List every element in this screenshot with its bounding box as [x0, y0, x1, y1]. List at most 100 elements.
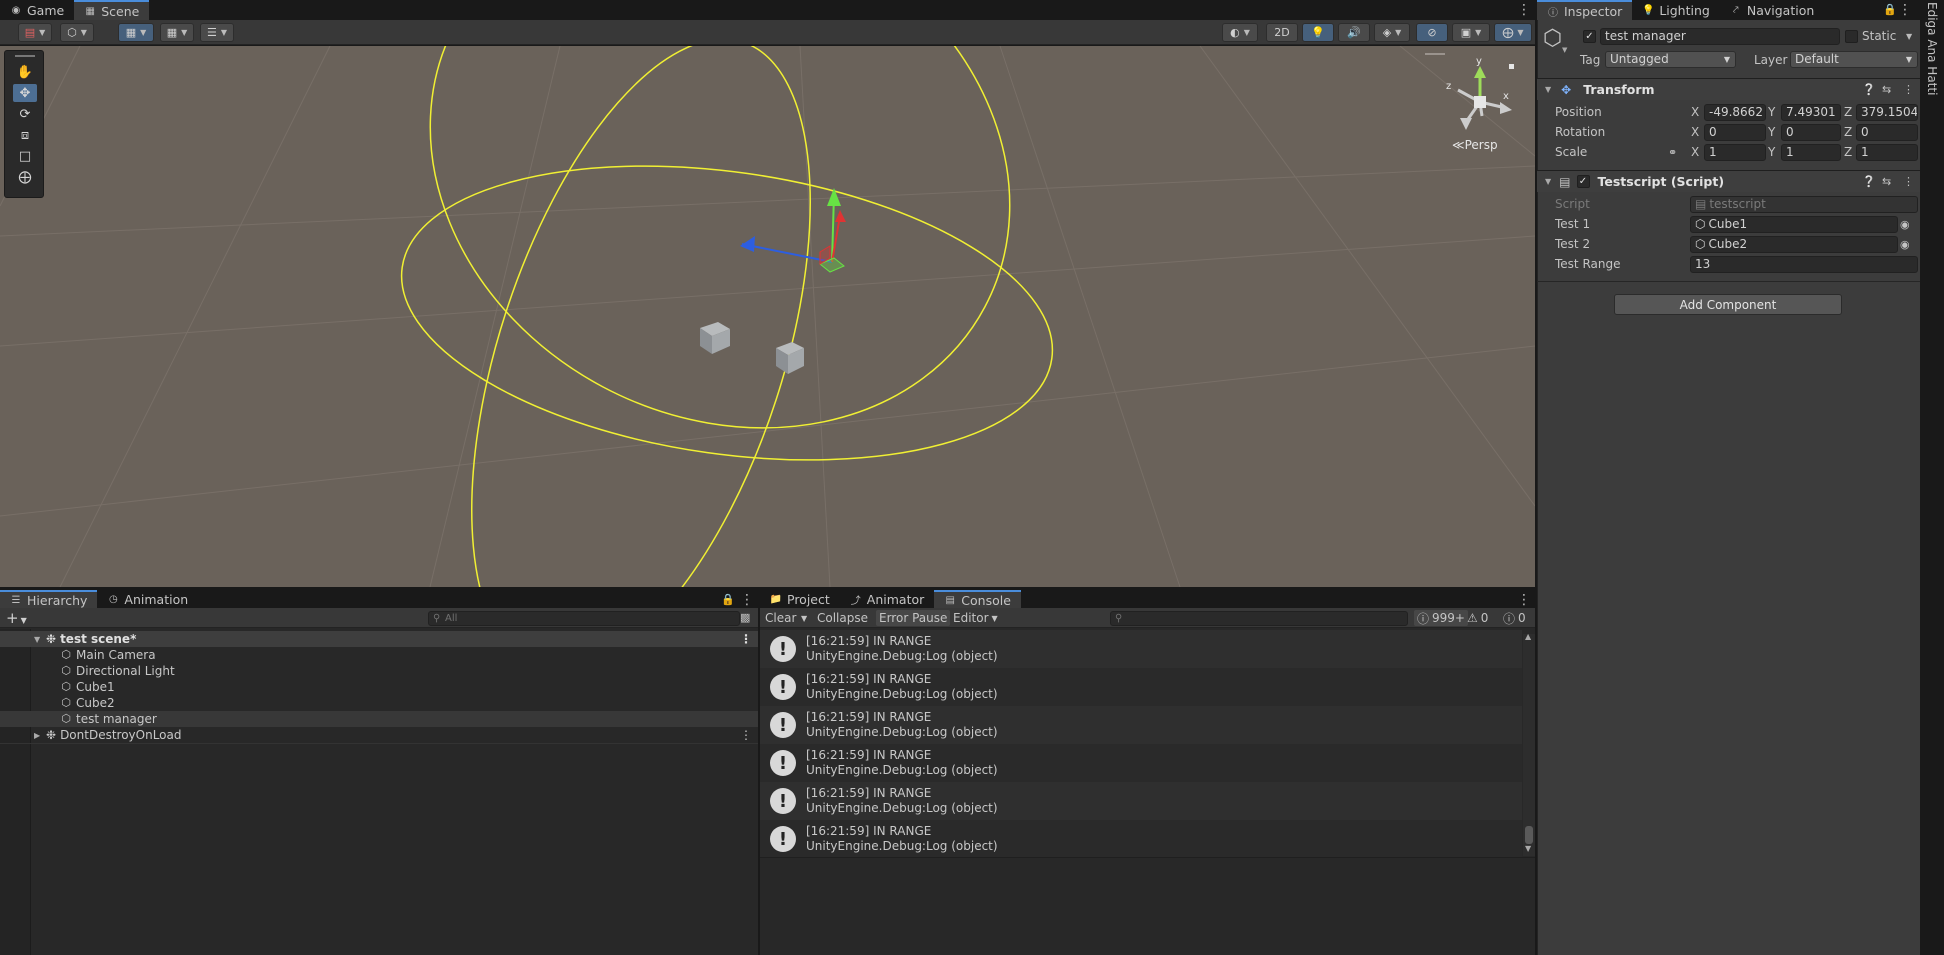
help-icon[interactable]: ❔: [1862, 175, 1876, 188]
rotation-x-input[interactable]: 0: [1704, 124, 1766, 141]
grid-snap-button[interactable]: ▦ ▼: [118, 23, 154, 42]
tab-animator[interactable]: ⤴ Animator: [840, 590, 934, 608]
hierarchy-scene-row[interactable]: ▼ ❉ test scene* ⋮: [0, 631, 758, 647]
hand-tool-icon[interactable]: ✋: [13, 63, 37, 81]
scroll-down-icon[interactable]: ▼: [1525, 844, 1531, 853]
add-object-button[interactable]: + ▼: [6, 609, 27, 627]
rotation-y-input[interactable]: 0: [1781, 124, 1841, 141]
scene-viewport[interactable]: y z x ✋ ✥ ⟳ ⧈ □ ⨁ ≪Persp: [0, 46, 1535, 587]
object-name-input[interactable]: test manager: [1600, 28, 1840, 45]
object-picker-icon[interactable]: ◉: [1900, 218, 1910, 231]
camera-settings-button[interactable]: ▣ ▼: [1452, 23, 1490, 42]
hierarchy-item-cube2[interactable]: ⬡ Cube2: [0, 695, 758, 711]
log-entry[interactable]: ! [16:21:59] IN RANGE UnityEngine.Debug:L…: [760, 706, 1522, 744]
add-component-button[interactable]: Add Component: [1614, 294, 1842, 315]
test-range-input[interactable]: 13: [1690, 256, 1918, 273]
scene-menu-icon[interactable]: ⋮: [1517, 3, 1531, 17]
script-enabled-checkbox[interactable]: ✓: [1576, 175, 1590, 188]
preset-icon[interactable]: ⇆: [1882, 175, 1891, 188]
expand-arrow-icon[interactable]: ▼: [34, 635, 46, 644]
row-menu-icon[interactable]: ⋮: [740, 728, 752, 742]
editor-dropdown[interactable]: Editor ▼: [950, 610, 1001, 626]
audio-toggle-button[interactable]: 🔊: [1338, 23, 1370, 42]
clear-button[interactable]: Clear: [762, 610, 799, 626]
foldout-arrow-icon[interactable]: ▼: [1545, 177, 1551, 186]
hierarchy-item-test-manager[interactable]: ⬡ test manager: [0, 711, 758, 727]
tab-scene[interactable]: ▦ Scene: [74, 0, 150, 20]
toolbox-grip[interactable]: [15, 55, 35, 57]
active-checkbox[interactable]: ✓: [1583, 30, 1596, 43]
position-x-input[interactable]: -49.8662: [1704, 104, 1766, 121]
tab-hierarchy[interactable]: ☰ Hierarchy: [0, 590, 98, 608]
scale-z-input[interactable]: 1: [1856, 144, 1918, 161]
scroll-up-icon[interactable]: ▲: [1525, 632, 1531, 641]
hierarchy-item-directional-light[interactable]: ⬡ Directional Light: [0, 663, 758, 679]
component-menu-icon[interactable]: ⋮: [1903, 83, 1914, 96]
hierarchy-search-input[interactable]: ⚲ All: [428, 611, 740, 626]
test2-object-field[interactable]: ⬡ Cube2: [1690, 236, 1898, 253]
component-menu-icon[interactable]: ⋮: [1903, 175, 1914, 188]
log-entry[interactable]: ! [16:21:59] IN RANGE UnityEngine.Debug:L…: [760, 668, 1522, 706]
log-entry[interactable]: ! [16:21:59] IN RANGE UnityEngine.Debug:L…: [760, 744, 1522, 782]
lighting-toggle-button[interactable]: 💡: [1302, 23, 1334, 42]
rotation-z-input[interactable]: 0: [1856, 124, 1918, 141]
tab-lighting[interactable]: 💡 Lighting: [1632, 0, 1720, 20]
move-tool-icon[interactable]: ✥: [13, 84, 37, 102]
position-y-input[interactable]: 7.49301: [1781, 104, 1841, 121]
static-chevron-icon[interactable]: ▼: [1906, 32, 1912, 41]
scale-tool-icon[interactable]: ⧈: [13, 126, 37, 144]
scale-y-input[interactable]: 1: [1781, 144, 1841, 161]
gizmos-button[interactable]: ⨁ ▼: [1494, 23, 1532, 42]
tab-console[interactable]: ▤ Console: [934, 590, 1021, 608]
inspector-menu-icon[interactable]: ⋮: [1898, 3, 1912, 17]
static-checkbox[interactable]: [1845, 30, 1858, 43]
error-pause-button[interactable]: Error Pause: [876, 610, 951, 626]
tab-inspector[interactable]: ⓘ Inspector: [1537, 0, 1633, 20]
preset-icon[interactable]: ⇆: [1882, 83, 1891, 96]
transform-tool-icon[interactable]: ⨁: [13, 168, 37, 186]
tab-navigation[interactable]: ⤤ Navigation: [1720, 0, 1824, 20]
log-count-toggle[interactable]: ⓘ 999+: [1414, 610, 1468, 626]
warning-count-toggle[interactable]: ⚠ 0: [1464, 610, 1491, 626]
hierarchy-item-main-camera[interactable]: ⬡ Main Camera: [0, 647, 758, 663]
scroll-thumb[interactable]: [1525, 826, 1533, 844]
row-menu-icon[interactable]: ⋮: [740, 632, 752, 646]
foldout-arrow-icon[interactable]: ▼: [1545, 85, 1551, 94]
hierarchy-item-cube1[interactable]: ⬡ Cube1: [0, 679, 758, 695]
clear-options-dropdown[interactable]: ▼: [798, 610, 810, 626]
shading-mode-button[interactable]: ◐ ▼: [1222, 23, 1258, 42]
projection-toggle[interactable]: ≪Persp: [1452, 138, 1498, 152]
draw-mode-button[interactable]: ▤ ▼: [18, 23, 52, 42]
hierarchy-menu-icon[interactable]: ⋮: [740, 593, 754, 607]
tag-dropdown[interactable]: Untagged ▼: [1605, 51, 1736, 68]
tab-game[interactable]: ◉ Game: [0, 0, 74, 20]
help-icon[interactable]: ❔: [1862, 83, 1876, 96]
log-entry[interactable]: ! [16:21:59] IN RANGE UnityEngine.Debug:L…: [760, 630, 1522, 668]
console-splitter[interactable]: [760, 857, 1535, 858]
hierarchy-dontdestroy-row[interactable]: ▶ ❉ DontDestroyOnLoad ⋮: [0, 727, 758, 743]
log-entry[interactable]: ! [16:21:59] IN RANGE UnityEngine.Debug:L…: [760, 820, 1522, 858]
hidden-objects-button[interactable]: ⊘: [1416, 23, 1448, 42]
icon-picker-chevron-icon[interactable]: ▼: [1562, 46, 1567, 54]
effects-button[interactable]: ◈ ▼: [1374, 23, 1410, 42]
rect-tool-icon[interactable]: □: [13, 147, 37, 165]
cube-view-button[interactable]: ⬡ ▼: [60, 23, 94, 42]
object-picker-icon[interactable]: ◉: [1900, 238, 1910, 251]
tab-project[interactable]: 📁 Project: [760, 590, 840, 608]
hierarchy-lock-icon[interactable]: 🔒: [721, 593, 735, 607]
constrain-proportions-icon[interactable]: ⚭: [1668, 146, 1677, 159]
test1-object-field[interactable]: ⬡ Cube1: [1690, 216, 1898, 233]
scale-x-input[interactable]: 1: [1704, 144, 1766, 161]
collapse-button[interactable]: Collapse: [814, 610, 871, 626]
scene-visibility-icon[interactable]: ▩: [740, 611, 750, 624]
tab-animation[interactable]: ◷ Animation: [97, 590, 198, 608]
rotate-tool-icon[interactable]: ⟳: [13, 105, 37, 123]
increment-snap-button[interactable]: ▦ ▼: [160, 23, 194, 42]
log-entry[interactable]: ! [16:21:59] IN RANGE UnityEngine.Debug:L…: [760, 782, 1522, 820]
layer-dropdown[interactable]: Default ▼: [1790, 51, 1918, 68]
console-scrollbar[interactable]: ▲ ▼: [1523, 632, 1535, 856]
align-button[interactable]: ☰ ▼: [200, 23, 234, 42]
position-z-input[interactable]: 379.1504: [1856, 104, 1918, 121]
expand-arrow-icon[interactable]: ▶: [34, 731, 46, 740]
console-search-input[interactable]: ⚲: [1110, 611, 1408, 626]
